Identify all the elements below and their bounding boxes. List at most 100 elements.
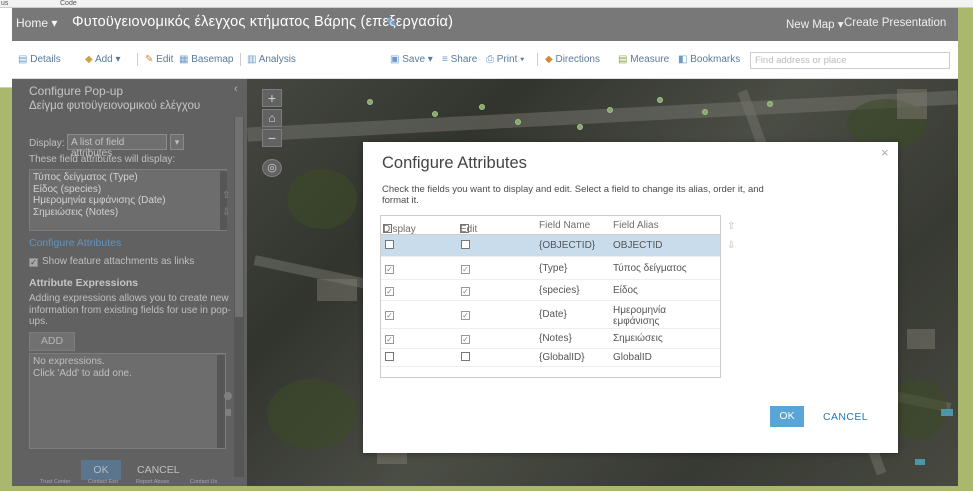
display-checkbox[interactable]: ✓ [385,311,394,320]
display-cell [385,352,395,363]
basemap-grid-icon: ▦ [179,54,189,65]
display-column-label: Display [383,224,416,235]
field-alias-cell: Τύπος δείγματος [613,263,687,274]
edit-cell: ✓ [461,333,471,344]
table-row[interactable]: ✓ ✓ {Notes} Σημειώσεις [381,329,720,349]
printer-icon: ⎙ [486,54,494,65]
edit-checkbox[interactable]: ✓ [461,335,470,344]
bookmarks-button[interactable]: ◧ Bookmarks [678,54,740,65]
analysis-icon: ▥ [247,54,257,65]
display-checkbox[interactable] [385,240,394,249]
field-alias-column-header: Field Alias [613,220,659,231]
bookmarks-icon: ◧ [678,54,688,65]
table-row[interactable]: ✓ ✓ {species} Είδος [381,280,720,301]
address-search-input[interactable]: Find address or place [750,52,950,69]
field-name-cell: {Notes} [539,333,572,344]
measure-label: Measure [630,54,670,65]
table-header: Display Edit Field Name Field Alias [381,216,720,235]
share-icon: ≡ [442,54,448,65]
configure-attributes-dialog: × Configure Attributes Check the fields … [363,142,898,453]
dialog-description: Check the fields you want to display and… [382,184,764,206]
display-cell: ✓ [385,263,395,274]
field-name-cell: {GlobalID} [539,352,585,363]
basemap-label: Basemap [191,54,234,65]
edit-cell: ✓ [461,285,471,296]
directions-label: Directions [555,54,600,65]
app-header: Home ▾ Φυτοϋγειονομικός έλεγχος κτήματος… [12,8,958,41]
analysis-label: Analysis [258,54,296,65]
details-button[interactable]: ▤ Details [18,54,61,65]
desktop-background-right [958,0,973,491]
home-menu[interactable]: Home ▾ [16,16,57,30]
field-name-column-header: Field Name [539,220,591,231]
edit-checkbox[interactable]: ✓ [461,311,470,320]
add-label: Add ▾ [94,54,121,65]
edit-button[interactable]: ✎ Edit [145,54,173,65]
dialog-title: Configure Attributes [382,154,527,172]
directions-icon: ◆ [545,54,553,65]
measure-button[interactable]: ▤ Measure [618,54,669,65]
edit-checkbox[interactable] [461,352,470,361]
table-row[interactable]: {GlobalID} GlobalID [381,349,720,367]
share-button[interactable]: ≡ Share [442,54,477,65]
print-button[interactable]: ⎙ Print ▾ [486,54,524,65]
edit-cell [461,240,471,251]
add-icon: ◆ [85,54,93,65]
toolbar-divider [240,53,241,66]
dialog-cancel-button[interactable]: CANCEL [823,411,868,423]
details-label: Details [30,54,61,65]
browser-strip-code-text: Code [60,0,77,7]
attributes-table: Display Edit Field Name Field Alias {OBJ… [380,215,721,378]
browser-top-strip: us Code [0,0,973,8]
field-name-cell: {Type} [539,263,568,274]
move-field-down-arrow-icon[interactable]: ⇩ [727,240,735,251]
field-name-cell: {OBJECTID} [539,240,596,251]
field-name-cell: {species} [539,285,580,296]
field-alias-cell: Ημερομηνία εμφάνισης [613,305,667,327]
save-button[interactable]: ▣ Save ▾ [390,54,433,65]
edit-checkbox[interactable]: ✓ [461,265,470,274]
table-row[interactable]: {OBJECTID} OBJECTID [381,235,720,257]
edit-pencil-icon: ✎ [145,54,154,65]
toolbar-divider [137,53,138,66]
display-checkbox[interactable] [385,352,394,361]
dialog-ok-button[interactable]: OK [770,406,804,427]
analysis-button[interactable]: ▥ Analysis [247,54,296,65]
close-icon[interactable]: × [881,145,889,160]
display-cell [385,240,395,251]
edit-cell: ✓ [461,309,471,320]
display-checkbox[interactable]: ✓ [385,287,394,296]
display-cell: ✓ [385,309,395,320]
add-button[interactable]: ◆ Add ▾ [85,54,121,65]
measure-ruler-icon: ▤ [618,54,628,65]
toolbar-divider [537,53,538,66]
directions-button[interactable]: ◆ Directions [545,54,600,65]
field-alias-cell: OBJECTID [613,240,663,251]
field-name-cell: {Date} [539,309,567,320]
share-label: Share [450,54,478,65]
edit-cell: ✓ [461,263,471,274]
display-checkbox[interactable]: ✓ [385,265,394,274]
display-cell: ✓ [385,333,395,344]
display-checkbox[interactable]: ✓ [385,335,394,344]
field-alias-cell: GlobalID [613,352,652,363]
move-field-up-arrow-icon[interactable]: ⇧ [727,221,735,232]
display-cell: ✓ [385,285,395,296]
table-row[interactable]: ✓ ✓ {Date} Ημερομηνία εμφάνισης [381,301,720,329]
map-toolbar: ▤ Details ◆ Add ▾ ✎ Edit ▦ Basemap ▥ Ana… [12,41,958,79]
edit-title-pencil-icon[interactable]: ✎ [386,15,397,31]
background-document-edge [0,8,12,88]
save-disk-icon: ▣ [390,54,400,65]
edit-checkbox[interactable]: ✓ [461,287,470,296]
print-label: Print ▾ [496,54,525,65]
edit-label: Edit [156,54,174,65]
new-map-menu[interactable]: New Map ▾ [786,17,844,31]
field-alias-cell: Είδος [613,285,638,296]
basemap-button[interactable]: ▦ Basemap [179,54,233,65]
create-presentation-link[interactable]: Create Presentation [844,17,946,29]
edit-checkbox[interactable] [461,240,470,249]
edit-cell [461,352,471,363]
save-label: Save ▾ [402,54,433,65]
desktop-background-bottom [0,486,973,491]
table-row[interactable]: ✓ ✓ {Type} Τύπος δείγματος [381,257,720,280]
